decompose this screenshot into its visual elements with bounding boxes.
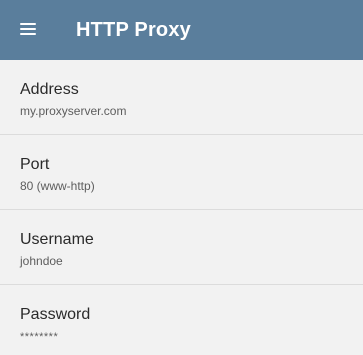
setting-row-port[interactable]: Port 80 (www-http) <box>0 135 363 210</box>
setting-value-address: my.proxyserver.com <box>20 104 127 118</box>
http-proxy-screen: HTTP Proxy Address my.proxyserver.com Po… <box>0 0 363 355</box>
app-bar: HTTP Proxy <box>0 0 363 60</box>
hamburger-menu-icon[interactable] <box>20 23 36 36</box>
setting-row-username[interactable]: Username johndoe <box>0 210 363 285</box>
menu-line <box>20 33 36 35</box>
setting-label-username: Username <box>20 231 94 248</box>
menu-line <box>20 23 36 25</box>
setting-value-port: 80 (www-http) <box>20 179 95 193</box>
setting-row-address[interactable]: Address my.proxyserver.com <box>0 60 363 135</box>
page-title: HTTP Proxy <box>76 19 191 41</box>
menu-line <box>20 28 36 30</box>
setting-label-port: Port <box>20 156 50 173</box>
setting-label-address: Address <box>20 81 79 98</box>
setting-value-password: ******** <box>20 331 59 343</box>
setting-label-password: Password <box>20 306 91 323</box>
settings-list: Address my.proxyserver.com Port 80 (www-… <box>0 60 363 355</box>
setting-value-username: johndoe <box>20 254 63 268</box>
setting-row-password[interactable]: Password ******** <box>0 285 363 355</box>
